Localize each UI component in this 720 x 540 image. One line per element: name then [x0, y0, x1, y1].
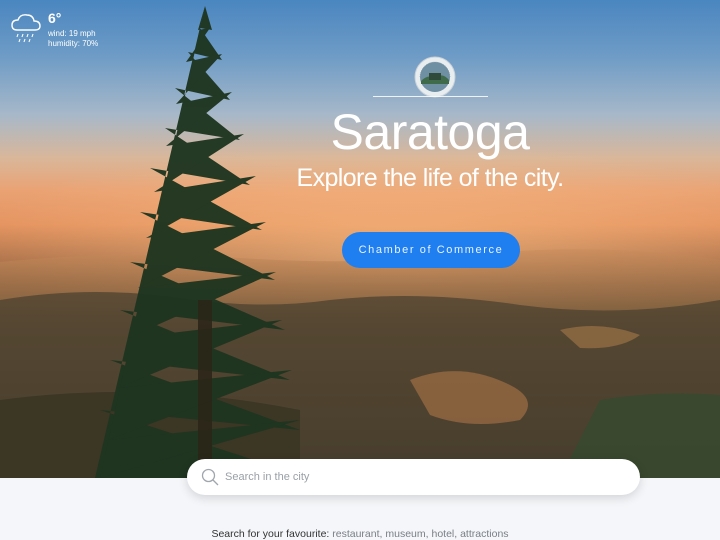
search-suggestions: Search for your favourite: restaurant, m… [0, 528, 720, 540]
suggestion-link-museum[interactable]: museum, [385, 528, 428, 540]
hero-banner: 6° wind: 19 mph humidity: 70% Saratoga E… [0, 0, 720, 478]
search-bar[interactable] [187, 459, 640, 495]
weather-temperature: 6° [48, 10, 62, 26]
weather-wind: wind: 19 mph [48, 29, 96, 38]
suggestions-label: Search for your favourite: [211, 528, 330, 540]
page-subtitle: Explore the life of the city. [296, 164, 565, 192]
city-seal-logo [414, 56, 456, 98]
rain-cloud-icon [11, 14, 41, 43]
search-input[interactable] [225, 467, 625, 487]
suggestion-link-restaurant[interactable]: restaurant, [332, 528, 382, 540]
suggestion-link-attractions[interactable]: attractions [460, 528, 508, 540]
page-title: Saratoga [330, 104, 530, 160]
chamber-of-commerce-button[interactable]: Chamber of Commerce [342, 232, 520, 268]
weather-humidity: humidity: 70% [48, 39, 99, 48]
weather-widget: 6° wind: 19 mph humidity: 70% [10, 10, 120, 54]
title-divider [373, 96, 488, 97]
suggestion-link-hotel[interactable]: hotel, [431, 528, 457, 540]
search-icon [201, 468, 219, 486]
